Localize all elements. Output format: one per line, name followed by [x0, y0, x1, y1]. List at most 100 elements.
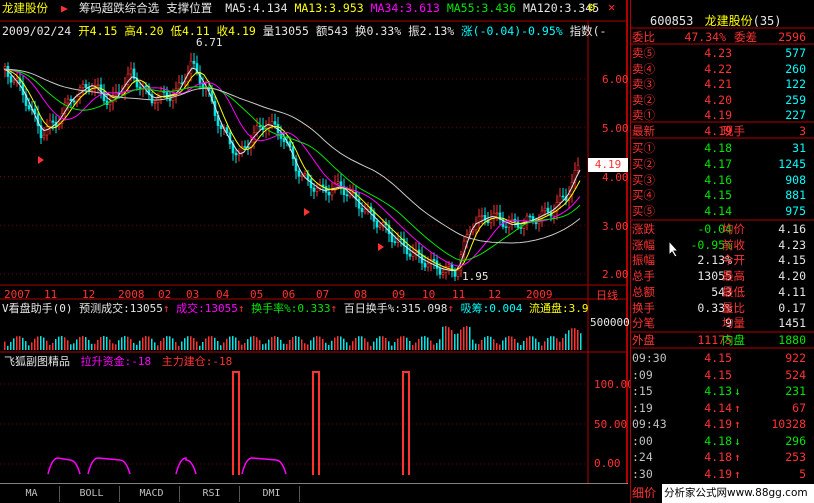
bar-volume: 量13055 [262, 24, 309, 38]
ask-row: 卖① 4.19 227 [630, 108, 810, 122]
tab-boll[interactable]: BOLL [64, 486, 120, 502]
price-axis-label: 4.00 [602, 171, 629, 184]
volume-bar [19, 336, 21, 350]
x-axis-label: 06 [282, 288, 296, 301]
stat-label: 前收 [722, 237, 745, 252]
bid-label: 买① [632, 141, 655, 155]
bid-label: 买④ [632, 188, 655, 203]
candle-body [504, 226, 508, 228]
candle-body [528, 215, 532, 218]
volume-bar [286, 343, 288, 350]
volume-bar [151, 338, 153, 350]
volume-bar [301, 339, 303, 350]
tick-volume: 524 [785, 367, 806, 382]
bar-high: 高4.20 [124, 24, 164, 38]
tick-price: 4.15 [704, 351, 732, 365]
candle-body [438, 268, 442, 275]
ma5-line [3, 67, 581, 272]
volume-bar [148, 336, 150, 350]
volume-bar [544, 341, 546, 350]
inner-label: 内盘 [722, 333, 745, 347]
commission-row: 委比 47.34% 委差 2596 [630, 30, 810, 44]
candle-body [315, 187, 319, 192]
tick-price: 4.14 [704, 400, 732, 415]
candle-body [129, 68, 133, 75]
volume-bar [79, 336, 81, 350]
x-axis-label: 05 [250, 288, 264, 301]
ask-price: 4.20 [704, 92, 732, 107]
bar-change: 涨(-0.04)-0.95% [461, 24, 563, 38]
candle-body [375, 220, 379, 228]
candle-body [84, 84, 88, 88]
stat-label: 换手 [632, 300, 655, 315]
bid-row: 买⑤ 4.14 975 [630, 204, 810, 218]
candle-body [153, 102, 157, 105]
candle-body [27, 105, 31, 110]
volume-bar [574, 328, 576, 350]
volume-bar [517, 342, 519, 350]
volume-bar [67, 340, 69, 350]
commission-diff: 2596 [778, 30, 806, 44]
tick-arrow: ↑ [734, 400, 741, 415]
settings-icon[interactable]: ⚙ [588, 0, 595, 14]
volume-bar [472, 339, 474, 350]
stat-label: 均价 [722, 222, 745, 236]
x-axis-label: 03 [186, 288, 200, 301]
stock-code: 600853 [650, 14, 694, 28]
volume-bar [568, 330, 570, 350]
volume-bar [223, 342, 225, 350]
tab-ma[interactable]: MA [4, 486, 60, 502]
candle-body [309, 179, 313, 189]
tab-macd[interactable]: MACD [124, 486, 180, 502]
tick-time: :19 [632, 400, 653, 415]
x-axis-label: 04 [216, 288, 230, 301]
tick-time: :15 [632, 384, 653, 398]
accumulation-signal: 吸筹:0.004 [460, 302, 523, 315]
stat-value: 4.20 [778, 269, 806, 284]
candle-body [492, 212, 496, 219]
inner-value: 1880 [778, 333, 806, 347]
volume-bar [82, 336, 84, 350]
volume-bar [466, 326, 468, 350]
candle-body [168, 98, 172, 101]
volume-bar [259, 340, 261, 350]
volume-bar [457, 333, 459, 350]
volume-bar [520, 345, 522, 350]
ask-label: 卖② [632, 92, 655, 107]
volume-bar [412, 345, 414, 350]
tick-price: 4.15 [704, 367, 732, 382]
stock-rank: (35) [752, 14, 782, 28]
x-axis-label: 08 [354, 288, 368, 301]
volume-bar [193, 338, 195, 350]
candle-body [366, 206, 370, 210]
candle-body [441, 272, 445, 275]
watermark: 分析家公式网www.88gg.com [662, 484, 814, 503]
lift-fund: 拉升资金:-18 [80, 355, 152, 368]
volume-bar [211, 336, 213, 350]
volume-bar [40, 336, 42, 350]
volume-bar [46, 340, 48, 350]
stat-row: 总额 543 最低 4.11 [630, 285, 810, 299]
candle-body [66, 98, 70, 104]
volume-bar [313, 337, 315, 350]
tab-dmi[interactable]: DMI [244, 486, 300, 502]
kline-chart[interactable] [0, 0, 628, 483]
candle-body [426, 263, 430, 268]
close-icon[interactable]: ✕ [608, 0, 615, 14]
volume-bar [310, 340, 312, 350]
tab-rsi[interactable]: RSI [184, 486, 240, 502]
volume-bar [424, 336, 426, 350]
volume-bar [214, 337, 216, 350]
bid-volume: 975 [785, 204, 806, 219]
x-axis-label: 09 [392, 288, 406, 301]
main-position: 主力建仓:-18 [161, 355, 233, 368]
commission-ratio-label: 委比 [632, 30, 655, 44]
volume-bar [208, 336, 210, 350]
volume-bar [565, 333, 567, 350]
volume-bar [277, 337, 279, 350]
ticks-footer[interactable]: 细价 [632, 484, 656, 501]
x-axis-label: 2007 [4, 288, 31, 301]
ma5-value: MA5:4.134 [225, 1, 288, 15]
chart-area[interactable]: 龙建股份 ▶ 筹码超跌综合选 支撑位置 MA5:4.134 MA13:3.953… [0, 0, 634, 483]
volume-bar [250, 336, 252, 350]
